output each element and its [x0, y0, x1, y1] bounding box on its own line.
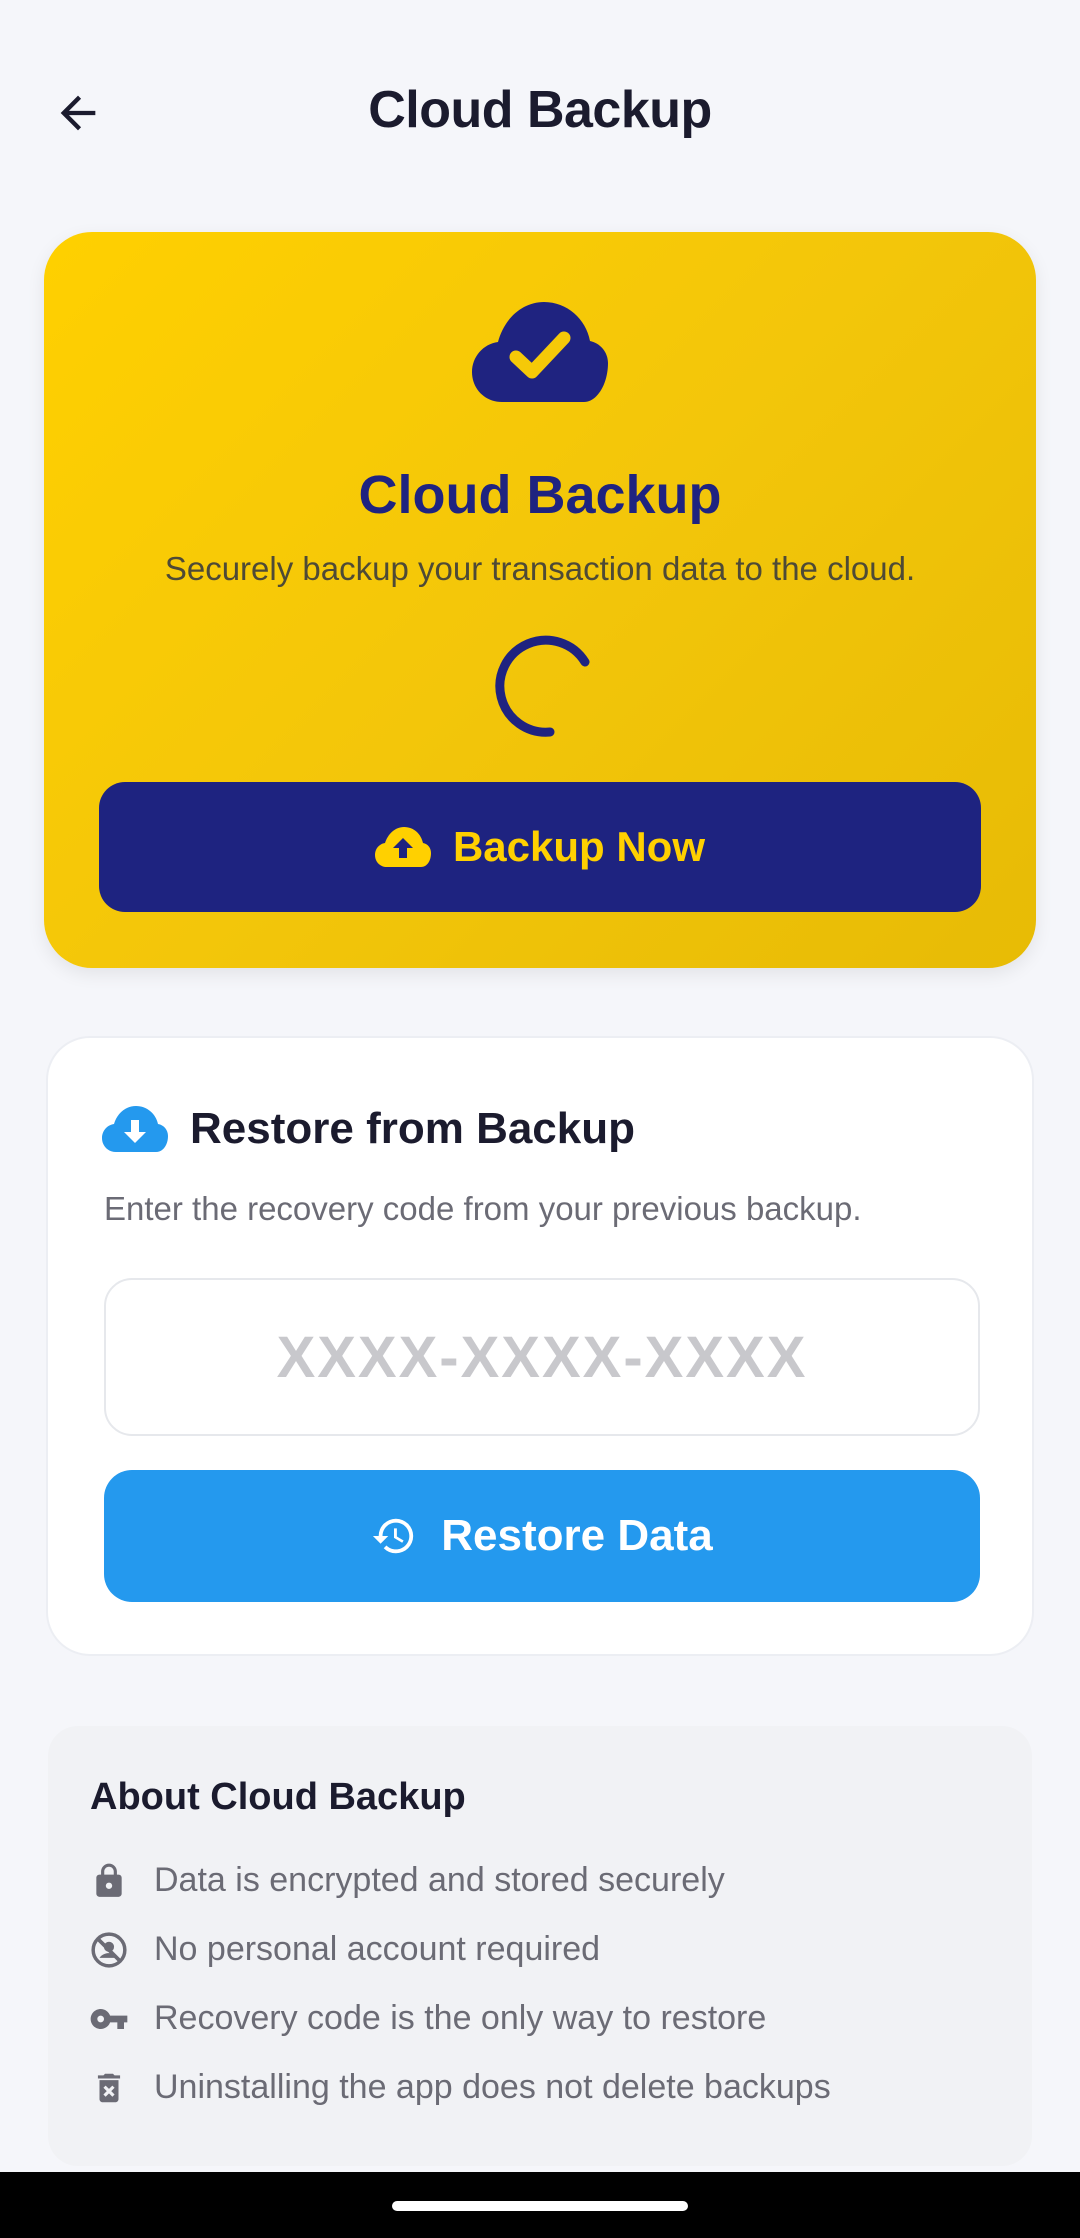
- no-account-icon: [88, 1929, 130, 1971]
- cloud-upload-icon: [374, 827, 431, 867]
- list-item: Uninstalling the app does not delete bac…: [88, 2053, 831, 2122]
- about-title: About Cloud Backup: [90, 1776, 466, 1818]
- lock-icon: [88, 1860, 130, 1902]
- backup-now-button[interactable]: Backup Now: [99, 782, 981, 912]
- restore-data-label: Restore Data: [441, 1511, 713, 1560]
- loading-spinner: [495, 635, 590, 737]
- about-item-text: Data is encrypted and stored securely: [154, 1861, 725, 1899]
- list-item: Data is encrypted and stored securely: [88, 1846, 831, 1915]
- system-nav-bar: [0, 2172, 1080, 2238]
- about-item-text: Uninstalling the app does not delete bac…: [154, 2068, 831, 2106]
- about-item-text: No personal account required: [154, 1930, 601, 1968]
- restore-description: Enter the recovery code from your previo…: [104, 1190, 862, 1227]
- about-section: About Cloud Backup Data is encrypted and…: [48, 1726, 1032, 2166]
- backup-title: Cloud Backup: [358, 465, 722, 525]
- delete-icon: [88, 2067, 130, 2109]
- about-list: Data is encrypted and stored securely No…: [88, 1846, 831, 2122]
- app-bar: Cloud Backup: [0, 0, 1080, 230]
- restore-title: Restore from Backup: [190, 1104, 636, 1153]
- home-gesture-handle[interactable]: [392, 2201, 688, 2211]
- restore-data-button[interactable]: Restore Data: [104, 1470, 980, 1602]
- history-icon: [373, 1518, 414, 1554]
- restore-header: Restore from Backup: [102, 1104, 635, 1154]
- backup-now-label: Backup Now: [452, 823, 706, 870]
- restore-card: Restore from Backup Enter the recovery c…: [46, 1036, 1034, 1656]
- about-item-text: Recovery code is the only way to restore: [154, 1999, 767, 2037]
- list-item: No personal account required: [88, 1915, 831, 1984]
- cloud-download-icon: [102, 1106, 168, 1152]
- key-icon: [88, 1998, 130, 2040]
- cloud-done-icon: [472, 302, 608, 402]
- recovery-code-input[interactable]: [104, 1278, 980, 1436]
- page-title: Cloud Backup: [368, 81, 712, 139]
- backup-subtitle: Securely backup your transaction data to…: [164, 550, 916, 587]
- list-item: Recovery code is the only way to restore: [88, 1984, 831, 2053]
- backup-card: Cloud Backup Securely backup your transa…: [44, 232, 1036, 968]
